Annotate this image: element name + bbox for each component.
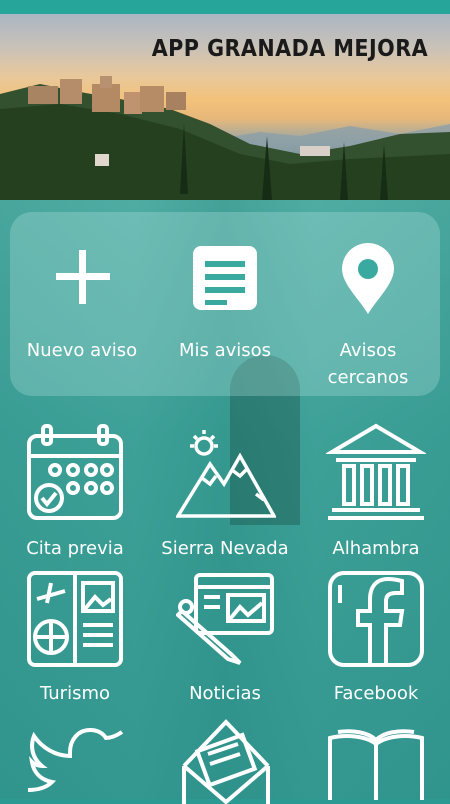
app-title: APP GRANADA MEJORA bbox=[151, 36, 428, 62]
mail-icon bbox=[182, 719, 270, 804]
mountain-icon bbox=[176, 430, 276, 518]
turismo-button[interactable]: Turismo bbox=[10, 565, 140, 710]
travel-brochure-icon bbox=[27, 571, 123, 667]
book-button[interactable] bbox=[312, 710, 440, 800]
twitter-icon bbox=[27, 727, 124, 792]
plus-icon bbox=[56, 250, 110, 304]
nuevo-aviso-label: Nuevo aviso bbox=[26, 340, 138, 361]
sierra-nevada-label: Sierra Nevada bbox=[161, 538, 289, 559]
facebook-button[interactable]: Facebook bbox=[312, 565, 440, 710]
facebook-label: Facebook bbox=[333, 683, 419, 704]
avisos-cercanos-label-line1: Avisos bbox=[339, 340, 397, 361]
location-pin-icon bbox=[342, 243, 394, 314]
monument-icon bbox=[326, 423, 426, 520]
nuevo-aviso-button[interactable]: Nuevo aviso bbox=[14, 240, 150, 380]
list-icon bbox=[193, 246, 257, 310]
sierra-nevada-button[interactable]: Sierra Nevada bbox=[150, 420, 300, 565]
status-bar bbox=[0, 0, 450, 14]
cita-previa-button[interactable]: Cita previa bbox=[10, 420, 140, 565]
turismo-label: Turismo bbox=[40, 683, 110, 704]
hero-banner: APP GRANADA MEJORA bbox=[0, 14, 450, 200]
mis-avisos-button[interactable]: Mis avisos bbox=[157, 240, 293, 380]
noticias-button[interactable]: Noticias bbox=[150, 565, 300, 710]
alhambra-button[interactable]: Alhambra bbox=[312, 420, 440, 565]
avisos-cercanos-label-line2: cercanos bbox=[327, 367, 409, 388]
book-icon bbox=[328, 729, 424, 800]
calendar-icon bbox=[27, 424, 123, 520]
twitter-button[interactable] bbox=[10, 710, 140, 799]
alhambra-label: Alhambra bbox=[332, 538, 420, 559]
news-icon bbox=[176, 573, 274, 665]
facebook-icon bbox=[328, 571, 424, 667]
cita-previa-label: Cita previa bbox=[26, 538, 124, 559]
avisos-cercanos-button[interactable]: Avisos cercanos bbox=[300, 240, 436, 390]
noticias-label: Noticias bbox=[189, 683, 261, 704]
mail-button[interactable] bbox=[150, 710, 300, 804]
mis-avisos-label: Mis avisos bbox=[178, 340, 272, 361]
